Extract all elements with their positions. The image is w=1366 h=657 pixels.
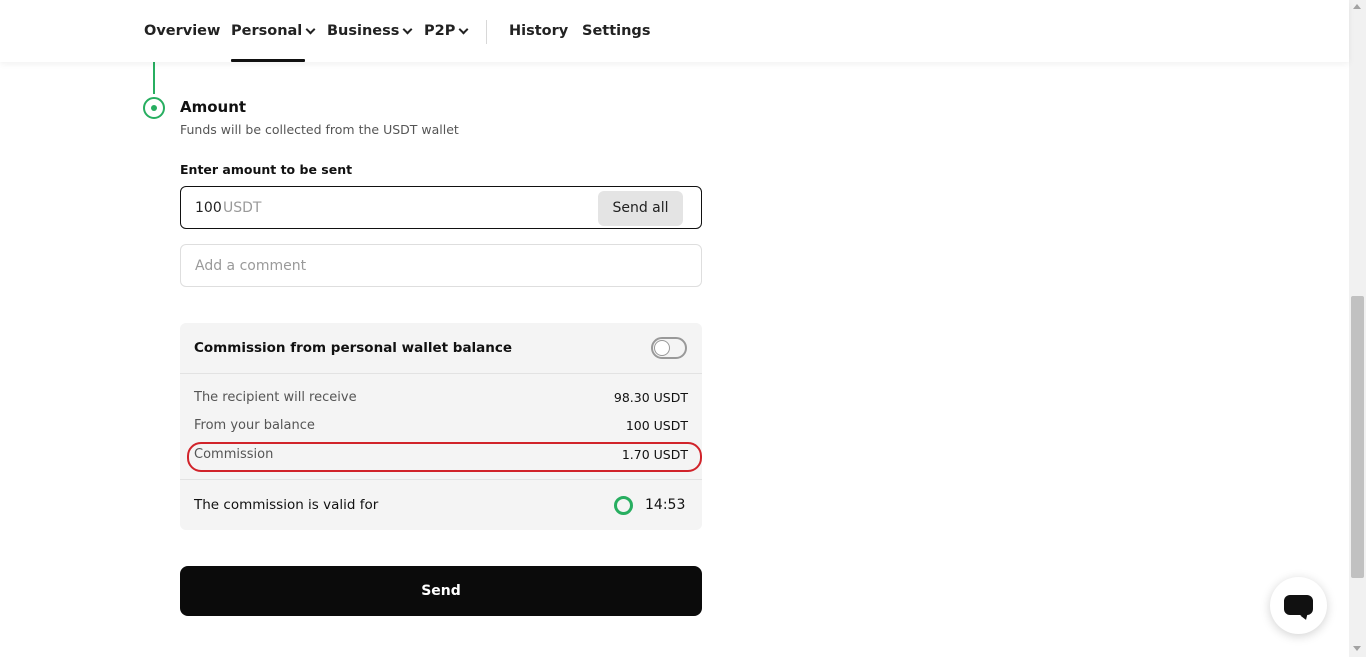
nav-business-label: Business bbox=[327, 23, 400, 39]
recipient-receive-value: 98.30 USDT bbox=[613, 390, 688, 405]
nav-history[interactable]: History bbox=[509, 0, 568, 62]
comment-placeholder: Add a comment bbox=[195, 258, 307, 274]
scrollbar[interactable] bbox=[1349, 0, 1366, 657]
step-title: Amount bbox=[180, 98, 247, 116]
recipient-receive-label: The recipient will receive bbox=[194, 390, 357, 405]
divider bbox=[180, 373, 702, 374]
commission-timer: 14:53 bbox=[645, 497, 686, 513]
nav-overview[interactable]: Overview bbox=[144, 0, 220, 62]
commission-value: 1.70 USDT bbox=[621, 447, 688, 462]
from-balance-value: 100 USDT bbox=[625, 418, 688, 433]
chevron-down-icon bbox=[402, 24, 413, 34]
nav-settings[interactable]: Settings bbox=[582, 0, 650, 62]
chevron-down-icon bbox=[305, 24, 316, 34]
step-connector-line bbox=[153, 62, 155, 94]
chat-button[interactable] bbox=[1270, 577, 1327, 634]
timer-icon bbox=[614, 496, 633, 515]
nav-business[interactable]: Business bbox=[327, 0, 413, 62]
toggle-knob bbox=[654, 340, 670, 356]
chat-bubble-icon bbox=[1284, 595, 1313, 615]
top-navigation: Overview Personal Business P2P History S… bbox=[0, 0, 1349, 62]
comment-input[interactable]: Add a comment bbox=[180, 244, 702, 287]
scroll-up-arrow-icon[interactable] bbox=[1353, 4, 1361, 9]
commission-label: Commission bbox=[194, 447, 274, 462]
nav-personal-label: Personal bbox=[231, 23, 303, 39]
send-all-button[interactable]: Send all bbox=[598, 191, 683, 226]
nav-personal[interactable]: Personal bbox=[231, 0, 316, 62]
amount-currency: USDT bbox=[223, 200, 262, 216]
divider bbox=[180, 479, 702, 480]
nav-active-indicator bbox=[231, 59, 305, 62]
commission-toggle-label: Commission from personal wallet balance bbox=[194, 340, 513, 356]
nav-divider bbox=[486, 20, 487, 44]
nav-settings-label: Settings bbox=[582, 23, 651, 39]
send-button[interactable]: Send bbox=[180, 566, 702, 616]
amount-value: 100 bbox=[195, 200, 222, 216]
commission-card: Commission from personal wallet balance … bbox=[180, 323, 702, 530]
amount-input[interactable]: 100 USDT Send all bbox=[180, 186, 702, 229]
step-active-indicator bbox=[143, 97, 165, 119]
nav-history-label: History bbox=[509, 23, 569, 39]
amount-label: Enter amount to be sent bbox=[180, 162, 353, 177]
nav-p2p-label: P2P bbox=[424, 23, 456, 39]
scroll-thumb[interactable] bbox=[1351, 296, 1364, 578]
nav-overview-label: Overview bbox=[144, 23, 221, 39]
nav-p2p[interactable]: P2P bbox=[424, 0, 469, 62]
scroll-down-arrow-icon[interactable] bbox=[1353, 646, 1361, 651]
commission-toggle[interactable] bbox=[651, 337, 687, 359]
from-balance-label: From your balance bbox=[194, 418, 315, 433]
commission-valid-label: The commission is valid for bbox=[194, 497, 379, 513]
chevron-down-icon bbox=[458, 24, 469, 34]
step-subtitle: Funds will be collected from the USDT wa… bbox=[180, 122, 459, 137]
